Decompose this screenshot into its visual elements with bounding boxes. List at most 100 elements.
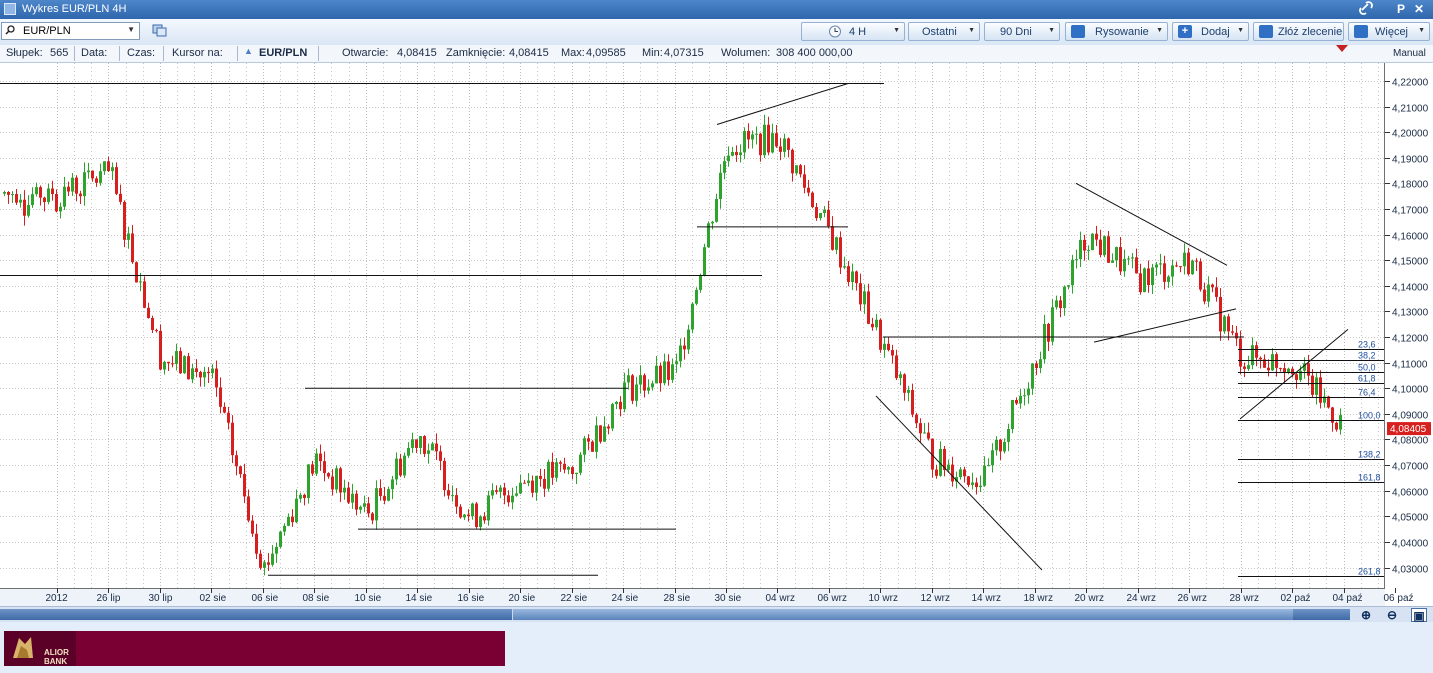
candle-body	[543, 478, 546, 489]
candle-body	[91, 170, 94, 179]
range-mode-dropdown[interactable]: Ostatni ▼	[908, 22, 980, 41]
zoom-out-icon[interactable]: ⊖	[1384, 608, 1400, 622]
candle-body	[1047, 323, 1050, 342]
candle-body	[191, 368, 194, 380]
chevron-down-icon: ▼	[1418, 27, 1425, 34]
info-bar: Słupek: 565 Data: Czas: Kursor na: ▲ EUR…	[0, 45, 1385, 63]
candle-body	[35, 187, 38, 195]
add-dropdown[interactable]: + Dodaj ▼	[1172, 22, 1249, 41]
candle-body	[711, 221, 714, 224]
volume-value: 308 400 000,00	[776, 47, 853, 59]
candle-body	[1007, 429, 1010, 442]
candle-body	[179, 351, 182, 374]
candle-body	[539, 475, 542, 479]
candle-body	[599, 425, 602, 442]
candle-body	[419, 436, 422, 448]
x-tick-label: 10 sie	[355, 593, 382, 604]
chevron-down-icon: ▼	[1237, 27, 1244, 34]
candle-body	[27, 205, 30, 216]
interval-label: 4 H	[849, 26, 867, 38]
interval-dropdown[interactable]: 4 H ▼	[801, 22, 905, 41]
candle-body	[1255, 345, 1258, 358]
candle-body	[303, 494, 306, 498]
x-tick-label: 26 wrz	[1178, 593, 1207, 604]
candle-body	[1183, 252, 1186, 267]
link-icon[interactable]	[1358, 1, 1374, 17]
candle-body	[699, 275, 702, 290]
candle-body	[595, 425, 598, 452]
mode-indicator[interactable]: Manual	[1385, 45, 1433, 63]
candle-body	[99, 171, 102, 183]
price-chart[interactable]: 4,03000 4,04000 4,05000 4,06000 4,07000 4,080…	[0, 63, 1433, 606]
candle-body	[1219, 296, 1222, 332]
candle-body	[511, 495, 514, 503]
windows-icon[interactable]	[152, 24, 168, 38]
candle-body	[639, 375, 642, 385]
candle-body	[1171, 265, 1174, 277]
chevron-down-icon: ▼	[968, 27, 975, 34]
candle-body	[987, 465, 990, 467]
symbol-input[interactable]: EUR/PLN ▼	[1, 22, 140, 40]
candle-body	[723, 161, 726, 173]
candle-body	[203, 371, 206, 378]
x-tick-label: 28 sie	[664, 593, 691, 604]
candle-body	[223, 406, 226, 413]
place-order-button[interactable]: Złóż zlecenie	[1253, 22, 1344, 41]
ad-banner[interactable]	[4, 631, 505, 666]
lock-icon[interactable]: ▣	[1411, 608, 1427, 623]
candle-body	[703, 247, 706, 276]
candle-body	[375, 488, 378, 521]
candle-body	[747, 130, 750, 140]
candle-body	[327, 473, 330, 477]
horizontal-scrollbar[interactable]: ⊕ ⊖ ▣	[0, 606, 1433, 623]
candle-body	[655, 365, 658, 384]
candle-body	[1215, 287, 1218, 297]
candle-body	[427, 450, 430, 454]
candle-body	[171, 363, 174, 365]
range-value-dropdown[interactable]: 90 Dni ▼	[984, 22, 1060, 41]
close-button[interactable]: ✕	[1411, 1, 1427, 17]
candle-body	[311, 464, 314, 474]
candle-body	[631, 375, 634, 401]
candle-body	[815, 207, 818, 219]
candle-body	[1023, 395, 1026, 397]
candle-body	[919, 423, 922, 434]
pin-button[interactable]: P	[1393, 1, 1409, 17]
candle-body	[567, 467, 570, 470]
candle-body	[1059, 300, 1062, 309]
candle-body	[643, 375, 646, 391]
x-tick-label: 08 sie	[303, 593, 330, 604]
candle-body	[1279, 367, 1282, 369]
candle-body	[587, 438, 590, 442]
x-tick-label: 24 wrz	[1127, 593, 1156, 604]
candle-body	[471, 503, 474, 517]
candle-body	[75, 177, 78, 194]
x-tick-label: 02 paź	[1281, 593, 1311, 604]
y-tick-label: 4,17000	[1392, 206, 1429, 217]
candle-body	[1099, 239, 1102, 255]
candle-body	[579, 454, 582, 473]
open-value: 4,08415	[397, 47, 437, 59]
mode-label: Manual	[1393, 48, 1426, 59]
candle-body	[407, 447, 410, 456]
candle-body	[651, 383, 654, 388]
candle-body	[755, 133, 758, 135]
candle-body	[1063, 286, 1066, 309]
drawing-dropdown[interactable]: Rysowanie ▼	[1065, 22, 1168, 41]
y-tick-label: 4,18000	[1392, 180, 1429, 191]
candle-body	[1027, 388, 1030, 396]
candle-body	[51, 188, 54, 194]
candle-body	[19, 199, 22, 203]
instrument-name: EUR/PLN	[259, 47, 308, 59]
cursor-label: Kursor na:	[172, 47, 223, 59]
candle-body	[147, 307, 150, 318]
more-dropdown[interactable]: Więcej ▼	[1348, 22, 1430, 41]
lion-logo-icon	[13, 637, 33, 658]
scroll-thumb[interactable]	[512, 609, 1293, 620]
zoom-in-icon[interactable]: ⊕	[1358, 608, 1374, 622]
y-tick-label: 4,12000	[1392, 334, 1429, 345]
candle-body	[871, 323, 874, 328]
candle-body	[435, 443, 438, 452]
range-mode-label: Ostatni	[922, 26, 957, 38]
candle-body	[995, 439, 998, 451]
